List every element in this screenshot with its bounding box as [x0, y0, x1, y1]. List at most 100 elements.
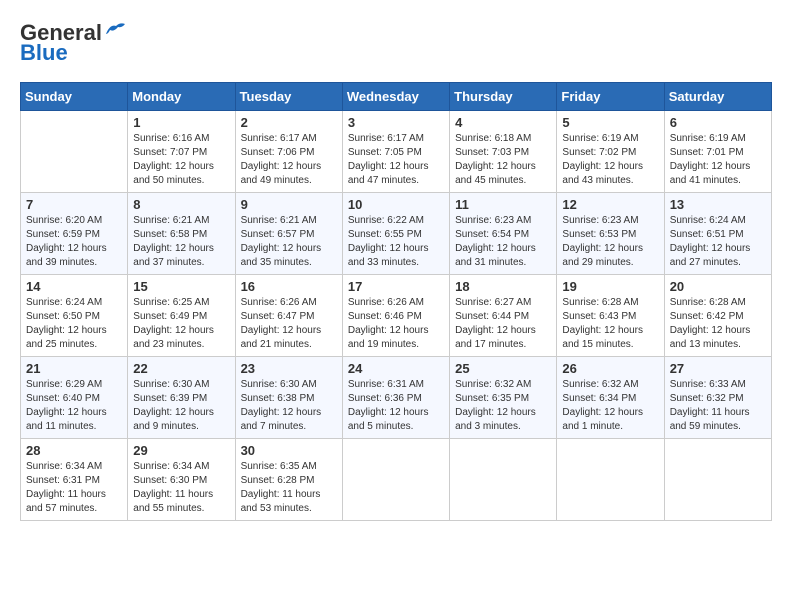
- column-header-monday: Monday: [128, 83, 235, 111]
- day-info: Sunrise: 6:26 AM Sunset: 6:46 PM Dayligh…: [348, 296, 444, 352]
- day-number: 21: [26, 361, 122, 376]
- day-info: Sunrise: 6:22 AM Sunset: 6:55 PM Dayligh…: [348, 214, 444, 270]
- calendar-cell: 9 Sunrise: 6:21 AM Sunset: 6:57 PM Daylig…: [235, 193, 342, 275]
- day-info: Sunrise: 6:35 AM Sunset: 6:28 PM Dayligh…: [241, 460, 337, 516]
- calendar-cell: 24 Sunrise: 6:31 AM Sunset: 6:36 PM Dayli…: [342, 357, 449, 439]
- day-number: 30: [241, 443, 337, 458]
- day-info: Sunrise: 6:30 AM Sunset: 6:39 PM Dayligh…: [133, 378, 229, 434]
- calendar-cell: 11 Sunrise: 6:23 AM Sunset: 6:54 PM Dayli…: [450, 193, 557, 275]
- calendar-cell: 10 Sunrise: 6:22 AM Sunset: 6:55 PM Dayli…: [342, 193, 449, 275]
- calendar-cell: 8 Sunrise: 6:21 AM Sunset: 6:58 PM Daylig…: [128, 193, 235, 275]
- day-info: Sunrise: 6:33 AM Sunset: 6:32 PM Dayligh…: [670, 378, 766, 434]
- logo-blue: Blue: [20, 40, 68, 66]
- calendar-cell: 13 Sunrise: 6:24 AM Sunset: 6:51 PM Dayli…: [664, 193, 771, 275]
- column-header-tuesday: Tuesday: [235, 83, 342, 111]
- day-info: Sunrise: 6:25 AM Sunset: 6:49 PM Dayligh…: [133, 296, 229, 352]
- day-number: 25: [455, 361, 551, 376]
- day-number: 17: [348, 279, 444, 294]
- day-info: Sunrise: 6:26 AM Sunset: 6:47 PM Dayligh…: [241, 296, 337, 352]
- day-info: Sunrise: 6:16 AM Sunset: 7:07 PM Dayligh…: [133, 132, 229, 188]
- calendar-cell: 22 Sunrise: 6:30 AM Sunset: 6:39 PM Dayli…: [128, 357, 235, 439]
- day-number: 14: [26, 279, 122, 294]
- column-header-saturday: Saturday: [664, 83, 771, 111]
- calendar-cell: 7 Sunrise: 6:20 AM Sunset: 6:59 PM Daylig…: [21, 193, 128, 275]
- calendar-cell: 26 Sunrise: 6:32 AM Sunset: 6:34 PM Dayli…: [557, 357, 664, 439]
- calendar-cell: [342, 439, 449, 521]
- calendar-table: SundayMondayTuesdayWednesdayThursdayFrid…: [20, 82, 772, 521]
- day-number: 10: [348, 197, 444, 212]
- day-info: Sunrise: 6:24 AM Sunset: 6:51 PM Dayligh…: [670, 214, 766, 270]
- day-number: 8: [133, 197, 229, 212]
- calendar-week-2: 7 Sunrise: 6:20 AM Sunset: 6:59 PM Daylig…: [21, 193, 772, 275]
- day-number: 11: [455, 197, 551, 212]
- day-number: 18: [455, 279, 551, 294]
- day-number: 3: [348, 115, 444, 130]
- day-number: 29: [133, 443, 229, 458]
- day-info: Sunrise: 6:19 AM Sunset: 7:01 PM Dayligh…: [670, 132, 766, 188]
- day-info: Sunrise: 6:32 AM Sunset: 6:34 PM Dayligh…: [562, 378, 658, 434]
- day-info: Sunrise: 6:31 AM Sunset: 6:36 PM Dayligh…: [348, 378, 444, 434]
- calendar-cell: [664, 439, 771, 521]
- calendar-cell: 21 Sunrise: 6:29 AM Sunset: 6:40 PM Dayli…: [21, 357, 128, 439]
- calendar-cell: 27Sunrise: 6:33 AM Sunset: 6:32 PM Dayli…: [664, 357, 771, 439]
- day-number: 19: [562, 279, 658, 294]
- day-info: Sunrise: 6:21 AM Sunset: 6:58 PM Dayligh…: [133, 214, 229, 270]
- logo: General Blue: [20, 20, 126, 66]
- day-number: 15: [133, 279, 229, 294]
- day-number: 2: [241, 115, 337, 130]
- day-info: Sunrise: 6:28 AM Sunset: 6:43 PM Dayligh…: [562, 296, 658, 352]
- day-info: Sunrise: 6:29 AM Sunset: 6:40 PM Dayligh…: [26, 378, 122, 434]
- day-info: Sunrise: 6:28 AM Sunset: 6:42 PM Dayligh…: [670, 296, 766, 352]
- calendar-week-3: 14Sunrise: 6:24 AM Sunset: 6:50 PM Dayli…: [21, 275, 772, 357]
- calendar-cell: 23 Sunrise: 6:30 AM Sunset: 6:38 PM Dayli…: [235, 357, 342, 439]
- day-number: 23: [241, 361, 337, 376]
- day-number: 24: [348, 361, 444, 376]
- calendar-week-4: 21 Sunrise: 6:29 AM Sunset: 6:40 PM Dayli…: [21, 357, 772, 439]
- day-number: 28: [26, 443, 122, 458]
- calendar-cell: [557, 439, 664, 521]
- day-info: Sunrise: 6:32 AM Sunset: 6:35 PM Dayligh…: [455, 378, 551, 434]
- day-info: Sunrise: 6:19 AM Sunset: 7:02 PM Dayligh…: [562, 132, 658, 188]
- day-info: Sunrise: 6:21 AM Sunset: 6:57 PM Dayligh…: [241, 214, 337, 270]
- calendar-cell: 19 Sunrise: 6:28 AM Sunset: 6:43 PM Dayli…: [557, 275, 664, 357]
- day-number: 22: [133, 361, 229, 376]
- day-number: 9: [241, 197, 337, 212]
- day-info: Sunrise: 6:20 AM Sunset: 6:59 PM Dayligh…: [26, 214, 122, 270]
- day-info: Sunrise: 6:17 AM Sunset: 7:05 PM Dayligh…: [348, 132, 444, 188]
- column-header-sunday: Sunday: [21, 83, 128, 111]
- day-number: 20: [670, 279, 766, 294]
- calendar-cell: 25 Sunrise: 6:32 AM Sunset: 6:35 PM Dayli…: [450, 357, 557, 439]
- day-number: 26: [562, 361, 658, 376]
- day-number: 13: [670, 197, 766, 212]
- page-header: General Blue: [20, 20, 772, 66]
- calendar-cell: 4Sunrise: 6:18 AM Sunset: 7:03 PM Daylig…: [450, 111, 557, 193]
- day-info: Sunrise: 6:17 AM Sunset: 7:06 PM Dayligh…: [241, 132, 337, 188]
- calendar-header-row: SundayMondayTuesdayWednesdayThursdayFrid…: [21, 83, 772, 111]
- calendar-cell: 3 Sunrise: 6:17 AM Sunset: 7:05 PM Daylig…: [342, 111, 449, 193]
- calendar-cell: 5 Sunrise: 6:19 AM Sunset: 7:02 PM Daylig…: [557, 111, 664, 193]
- calendar-cell: 15 Sunrise: 6:25 AM Sunset: 6:49 PM Dayli…: [128, 275, 235, 357]
- day-info: Sunrise: 6:18 AM Sunset: 7:03 PM Dayligh…: [455, 132, 551, 188]
- day-number: 5: [562, 115, 658, 130]
- calendar-cell: 6 Sunrise: 6:19 AM Sunset: 7:01 PM Daylig…: [664, 111, 771, 193]
- day-number: 12: [562, 197, 658, 212]
- calendar-cell: 28Sunrise: 6:34 AM Sunset: 6:31 PM Dayli…: [21, 439, 128, 521]
- calendar-cell: 29 Sunrise: 6:34 AM Sunset: 6:30 PM Dayli…: [128, 439, 235, 521]
- day-number: 6: [670, 115, 766, 130]
- column-header-wednesday: Wednesday: [342, 83, 449, 111]
- day-number: 16: [241, 279, 337, 294]
- day-number: 7: [26, 197, 122, 212]
- calendar-cell: 16 Sunrise: 6:26 AM Sunset: 6:47 PM Dayli…: [235, 275, 342, 357]
- column-header-friday: Friday: [557, 83, 664, 111]
- day-info: Sunrise: 6:27 AM Sunset: 6:44 PM Dayligh…: [455, 296, 551, 352]
- column-header-thursday: Thursday: [450, 83, 557, 111]
- day-info: Sunrise: 6:23 AM Sunset: 6:54 PM Dayligh…: [455, 214, 551, 270]
- day-info: Sunrise: 6:30 AM Sunset: 6:38 PM Dayligh…: [241, 378, 337, 434]
- calendar-cell: 30 Sunrise: 6:35 AM Sunset: 6:28 PM Dayli…: [235, 439, 342, 521]
- calendar-cell: 2 Sunrise: 6:17 AM Sunset: 7:06 PM Daylig…: [235, 111, 342, 193]
- day-info: Sunrise: 6:34 AM Sunset: 6:30 PM Dayligh…: [133, 460, 229, 516]
- calendar-cell: 17 Sunrise: 6:26 AM Sunset: 6:46 PM Dayli…: [342, 275, 449, 357]
- calendar-cell: 14Sunrise: 6:24 AM Sunset: 6:50 PM Dayli…: [21, 275, 128, 357]
- logo-bird-icon: [104, 20, 126, 38]
- calendar-week-1: 1Sunrise: 6:16 AM Sunset: 7:07 PM Daylig…: [21, 111, 772, 193]
